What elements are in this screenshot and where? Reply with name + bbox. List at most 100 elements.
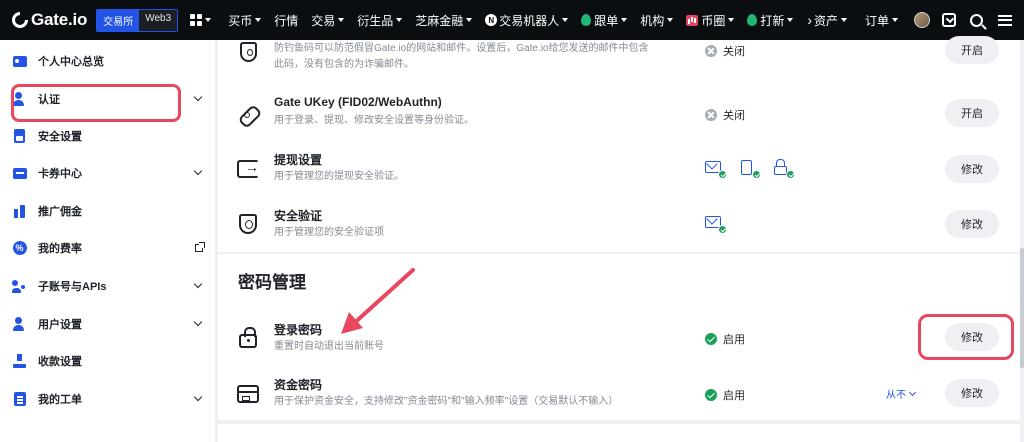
fund-password-status: 启用 <box>705 387 745 403</box>
chevron-down-icon <box>466 18 473 22</box>
password-verified-icon <box>773 159 795 179</box>
annotation-highlight-security <box>11 84 181 122</box>
sidebar-item-label: 推广佣金 <box>38 206 82 218</box>
sidebar-item-payment[interactable]: 收款设置 <box>0 349 215 373</box>
sidebar-item-tickets[interactable]: 我的工单 <box>0 387 215 411</box>
security-verify-description: 用于管理您的安全验证项 <box>274 227 384 238</box>
external-link-icon <box>195 242 205 252</box>
drop-icon <box>581 14 592 26</box>
ticket-icon <box>12 166 27 181</box>
sidebar-item-overview[interactable]: 个人中心总览 <box>0 49 215 73</box>
nav-trade[interactable]: 交易 <box>311 12 345 29</box>
security-verify-title: 安全验证 <box>274 209 323 223</box>
password-management-title: 密码管理 <box>238 273 306 292</box>
platform-switch: 交易所 Web3 <box>96 8 179 32</box>
sidebar-item-user-settings[interactable]: 用户设置 <box>0 312 215 336</box>
menu-icon[interactable] <box>998 14 1014 26</box>
security-verify-icon <box>235 211 261 237</box>
sidebar-item-label: 收款设置 <box>38 356 82 368</box>
n-logo-icon: N <box>485 14 498 26</box>
chevron-down-icon <box>787 18 794 22</box>
withdraw-verify-methods <box>705 159 807 179</box>
nav-derivatives[interactable]: 衍生品 <box>357 12 403 29</box>
drop-icon <box>747 14 758 26</box>
phone-verified-icon <box>739 160 761 179</box>
nav-trading-bots[interactable]: N 交易机器人 <box>485 12 569 29</box>
sidebar-item-label: 我的费率 <box>38 243 82 255</box>
nav-orders[interactable]: 订单 <box>865 12 898 29</box>
chevron-down-icon <box>193 317 203 327</box>
edit-fund-password-button[interactable]: 修改 <box>945 379 999 407</box>
sidebar-item-coupons[interactable]: 卡券中心 <box>0 161 215 185</box>
nav-finance[interactable]: 芝麻金融 <box>415 12 473 29</box>
chevron-down-icon <box>193 279 203 289</box>
input-frequency-dropdown[interactable]: 从不 <box>886 386 917 401</box>
disabled-icon <box>705 45 717 57</box>
edit-security-verify-button[interactable]: 修改 <box>945 210 999 238</box>
chevron-down-icon <box>193 92 203 102</box>
withdraw-icon <box>235 156 261 182</box>
gate-logo-icon <box>12 12 28 28</box>
nav-markets[interactable]: 行情 <box>274 12 298 29</box>
chevron-down-icon <box>840 18 847 22</box>
ukey-icon <box>235 100 261 126</box>
nav-buy-crypto[interactable]: 买币 <box>228 12 262 29</box>
anti-phishing-description: 防钓鱼码可以防范假冒Gate.io的网站和邮件。设置后，Gate.io给您发送的… <box>274 43 649 70</box>
chevron-down-icon <box>396 18 403 22</box>
sidebar-item-label: 用户设置 <box>38 319 82 331</box>
next-section-card <box>218 424 1020 442</box>
sidebar-item-label: 个人中心总览 <box>38 56 104 68</box>
email-verified-icon <box>705 160 727 179</box>
login-password-description: 重置时自动退出当前账号 <box>274 341 384 352</box>
nav-institutional[interactable]: 机构 <box>640 12 674 29</box>
anti-phishing-shield-icon <box>235 39 261 65</box>
sidebar-item-subaccounts[interactable]: 子账号与APIs <box>0 274 215 298</box>
tab-exchange[interactable]: 交易所 <box>97 9 140 31</box>
main-nav: 买币 行情 交易 衍生品 芝麻金融 N 交易机器人 跟单 机构 币圈 打新 › <box>215 12 812 29</box>
sidebar-item-referral[interactable]: 推广佣金 <box>0 199 215 223</box>
chevron-down-icon <box>892 18 898 22</box>
scrollbar-thumb[interactable] <box>1020 248 1024 368</box>
chevron-down-icon <box>562 18 569 22</box>
download-icon[interactable] <box>942 13 958 27</box>
nav-assets[interactable]: 资产 <box>814 12 847 29</box>
top-navigation-bar: Gate.io 交易所 Web3 买币 行情 交易 衍生品 芝麻金融 N 交易机器… <box>0 0 1024 40</box>
sidebar-item-label: 我的工单 <box>38 394 82 406</box>
fund-password-description: 用于保护资金安全，支持修改"资金密码"和"输入频率"设置（交易默认不输入） <box>274 396 619 407</box>
sidebar-item-fees[interactable]: % 我的费率 <box>0 236 215 260</box>
nav-launchpad[interactable]: 打新 <box>747 12 794 29</box>
ukey-title: Gate UKey (FID02/WebAuthn) <box>274 95 442 109</box>
email-verified-icon <box>705 215 727 234</box>
chevron-down-icon <box>621 18 628 22</box>
withdraw-settings-title: 提现设置 <box>274 153 323 167</box>
enable-ukey-button[interactable]: 开启 <box>945 99 999 127</box>
chevron-down-icon <box>255 18 262 22</box>
anti-phishing-status: 关闭 <box>705 43 745 59</box>
sub-account-icon <box>12 279 27 294</box>
search-icon[interactable] <box>970 13 986 27</box>
tab-web3[interactable]: Web3 <box>139 9 178 31</box>
ticket-doc-icon <box>12 392 27 407</box>
chevron-down-icon <box>728 18 735 22</box>
security-verify-methods <box>705 215 739 234</box>
login-password-title: 登录密码 <box>274 323 323 337</box>
header-right: 资产 订单 <box>796 0 1014 40</box>
edit-withdraw-settings-button[interactable]: 修改 <box>945 155 999 183</box>
sidebar-item-security[interactable]: 安全设置 <box>0 124 215 148</box>
chevron-down-icon <box>908 388 917 396</box>
chevron-down-icon <box>667 18 674 22</box>
avatar[interactable] <box>914 12 930 28</box>
chevron-down-icon <box>205 18 212 22</box>
nav-copy-trading[interactable]: 跟单 <box>581 12 628 29</box>
nav-crypto-circle[interactable]: 币圈 <box>686 12 735 29</box>
chevron-down-icon <box>193 392 203 402</box>
login-password-status: 启用 <box>705 331 745 347</box>
fund-password-icon <box>235 381 261 407</box>
enabled-check-icon <box>705 333 717 345</box>
gate-logo[interactable]: Gate.io <box>12 10 87 30</box>
enable-anti-phishing-button[interactable]: 开启 <box>945 36 999 64</box>
sidebar-item-label: 安全设置 <box>38 131 82 143</box>
app-grid-icon[interactable] <box>190 14 203 26</box>
scrollbar-track[interactable] <box>1020 40 1024 442</box>
withdraw-settings-description: 用于管理您的提现安全验证。 <box>274 171 404 182</box>
